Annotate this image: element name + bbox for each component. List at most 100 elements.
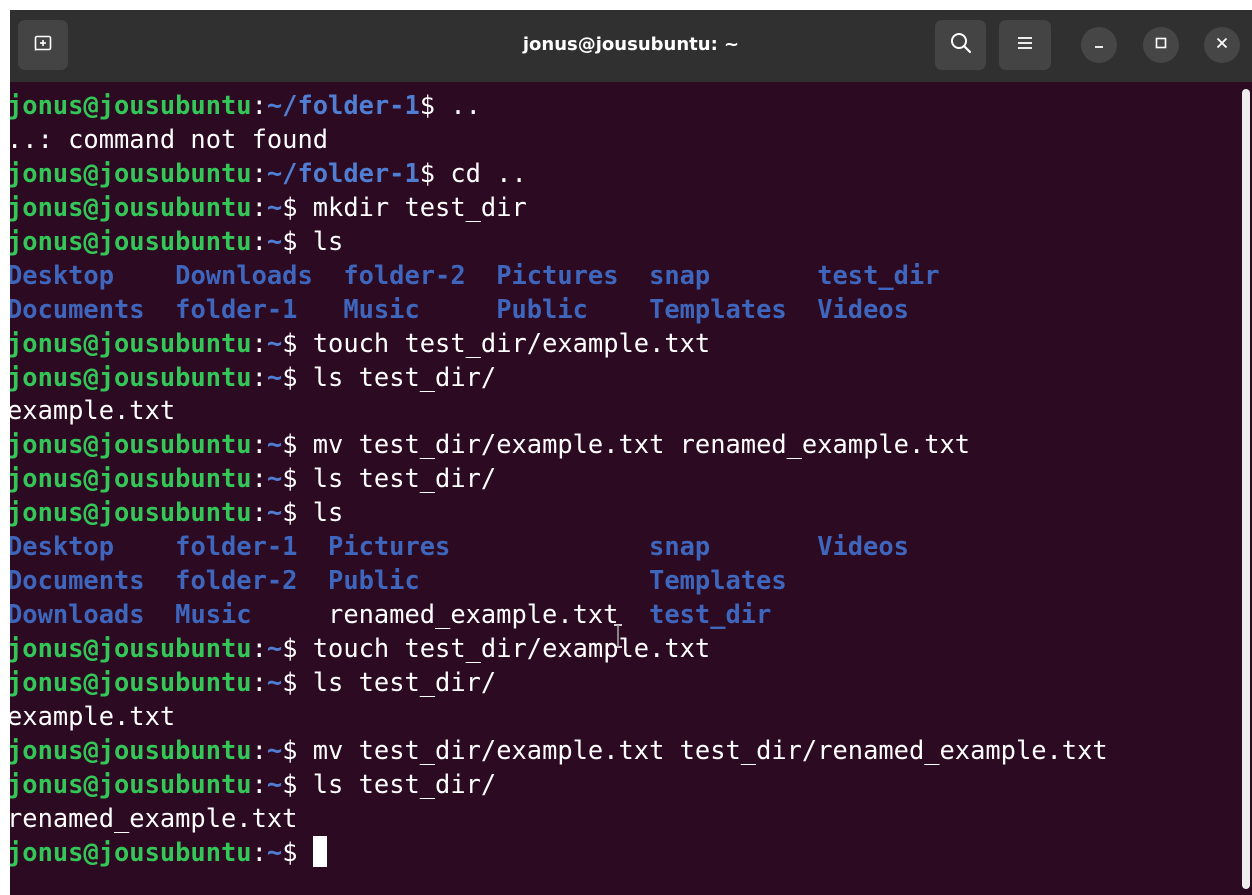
command-text: ls test_dir/ (297, 463, 497, 494)
prompt-path: ~/folder-1 (266, 157, 420, 188)
prompt-user-host: jonus@jousubuntu (10, 497, 252, 528)
prompt-path: ~ (266, 734, 283, 765)
prompt-separator: : (251, 157, 267, 188)
output-text: example.txt (10, 700, 176, 731)
prompt-line: jonus@jousubuntu:~$ (10, 835, 1108, 870)
maximize-icon (1154, 36, 1168, 55)
ls-output-line: Desktop folder-1 Pictures snap Videos (10, 530, 1108, 564)
command-text: .. (435, 90, 481, 120)
maximize-button[interactable] (1143, 27, 1179, 63)
prompt-line: jonus@jousubuntu:~$ ls (10, 496, 1108, 530)
prompt-user-host: jonus@jousubuntu (10, 157, 252, 188)
prompt-user-host: jonus@jousubuntu (10, 633, 252, 663)
command-text: touch test_dir/example.txt (297, 327, 711, 358)
command-text: cd .. (435, 157, 527, 188)
close-button[interactable] (1204, 27, 1240, 63)
output-line: renamed_example.txt (10, 802, 1108, 836)
prompt-separator: : (251, 666, 267, 697)
prompt-separator: : (251, 633, 267, 663)
prompt-separator: : (251, 768, 267, 799)
prompt-separator: : (251, 90, 267, 120)
command-text: touch test_dir/example.txt (297, 633, 711, 663)
minimize-icon (1092, 36, 1106, 55)
file-entry: renamed_example.txt (328, 599, 650, 630)
directory-entry: Pictures (328, 531, 650, 562)
prompt-symbol: $ (282, 836, 298, 867)
directory-entry: Downloads (175, 259, 344, 290)
ls-output-line: Desktop Downloads folder-2 Pictures snap… (10, 259, 1108, 293)
directory-entry: test_dir (649, 599, 772, 630)
directory-entry: snap (649, 259, 818, 290)
command-text (297, 837, 312, 867)
minimize-button[interactable] (1081, 27, 1117, 63)
prompt-line: jonus@jousubuntu:~/folder-1$ .. (10, 89, 1108, 123)
prompt-user-host: jonus@jousubuntu (10, 768, 252, 799)
output-text: example.txt (10, 395, 176, 426)
terminal-window: jonus@jousubuntu: ~ jonus@jousubuntu:~/f… (10, 10, 1252, 895)
terminal-area[interactable]: jonus@jousubuntu:~/folder-1$ ....: comma… (10, 83, 1252, 895)
prompt-line: jonus@jousubuntu:~$ ls test_dir/ (10, 768, 1108, 802)
prompt-path: ~ (266, 633, 283, 663)
prompt-user-host: jonus@jousubuntu (10, 734, 252, 765)
scrollbar[interactable] (1242, 89, 1250, 889)
ls-output-line: Documents folder-2 Public Templates (10, 564, 1108, 598)
directory-entry: Templates (649, 565, 787, 596)
prompt-separator: : (251, 225, 267, 256)
directory-entry: folder-2 (175, 565, 329, 596)
prompt-path: ~ (266, 768, 283, 799)
output-line: example.txt (10, 394, 1108, 428)
prompt-line: jonus@jousubuntu:~$ touch test_dir/examp… (10, 327, 1108, 361)
prompt-symbol: $ (282, 327, 298, 358)
prompt-symbol: $ (419, 90, 436, 120)
output-line: ..: command not found (10, 123, 1108, 157)
menu-button[interactable] (999, 20, 1051, 70)
prompt-line: jonus@jousubuntu:~$ mv test_dir/example.… (10, 734, 1108, 768)
prompt-user-host: jonus@jousubuntu (10, 327, 252, 358)
title-bar[interactable]: jonus@jousubuntu: ~ (10, 10, 1252, 82)
prompt-path: ~ (266, 497, 283, 528)
terminal-output: jonus@jousubuntu:~/folder-1$ ....: comma… (10, 89, 1108, 870)
command-text: mv test_dir/example.txt renamed_example.… (297, 429, 971, 460)
prompt-user-host: jonus@jousubuntu (10, 429, 252, 460)
directory-entry: snap (649, 531, 818, 562)
directory-entry: folder-1 (175, 293, 344, 324)
directory-entry: Documents (10, 565, 176, 596)
prompt-separator: : (251, 327, 267, 358)
search-icon (949, 31, 973, 60)
new-tab-icon (33, 33, 53, 58)
prompt-path: ~ (266, 361, 283, 392)
directory-entry: test_dir (817, 259, 940, 290)
prompt-path: ~ (266, 191, 283, 222)
prompt-separator: : (251, 734, 267, 765)
prompt-user-host: jonus@jousubuntu (10, 191, 252, 222)
output-text: ..: command not found (10, 123, 329, 154)
prompt-separator: : (251, 463, 267, 494)
terminal-cursor (312, 835, 327, 867)
prompt-user-host: jonus@jousubuntu (10, 666, 252, 697)
prompt-line: jonus@jousubuntu:~/folder-1$ cd .. (10, 157, 1108, 191)
prompt-path: ~ (266, 327, 283, 358)
directory-entry: Desktop (10, 259, 176, 290)
prompt-path: ~ (266, 463, 283, 494)
prompt-separator: : (251, 361, 267, 392)
prompt-separator: : (251, 191, 267, 222)
directory-entry: Music (175, 599, 329, 630)
prompt-separator: : (251, 836, 267, 867)
command-text: mv test_dir/example.txt test_dir/renamed… (297, 734, 1108, 765)
prompt-user-host: jonus@jousubuntu (10, 836, 252, 867)
prompt-symbol: $ (282, 666, 298, 697)
prompt-user-host: jonus@jousubuntu (10, 225, 252, 256)
search-button[interactable] (935, 20, 986, 70)
prompt-path: ~ (266, 666, 283, 697)
command-text: ls test_dir/ (297, 666, 497, 697)
prompt-line: jonus@jousubuntu:~$ ls test_dir/ (10, 462, 1108, 496)
command-text: ls test_dir/ (297, 361, 497, 392)
prompt-path: ~ (266, 429, 283, 460)
prompt-path: ~ (266, 836, 283, 867)
prompt-symbol: $ (282, 734, 298, 765)
window-title: jonus@jousubuntu: ~ (522, 34, 740, 55)
directory-entry: Public (328, 565, 650, 596)
prompt-line: jonus@jousubuntu:~$ ls test_dir/ (10, 666, 1108, 700)
directory-entry: Documents (10, 293, 176, 324)
new-tab-button[interactable] (18, 20, 68, 70)
